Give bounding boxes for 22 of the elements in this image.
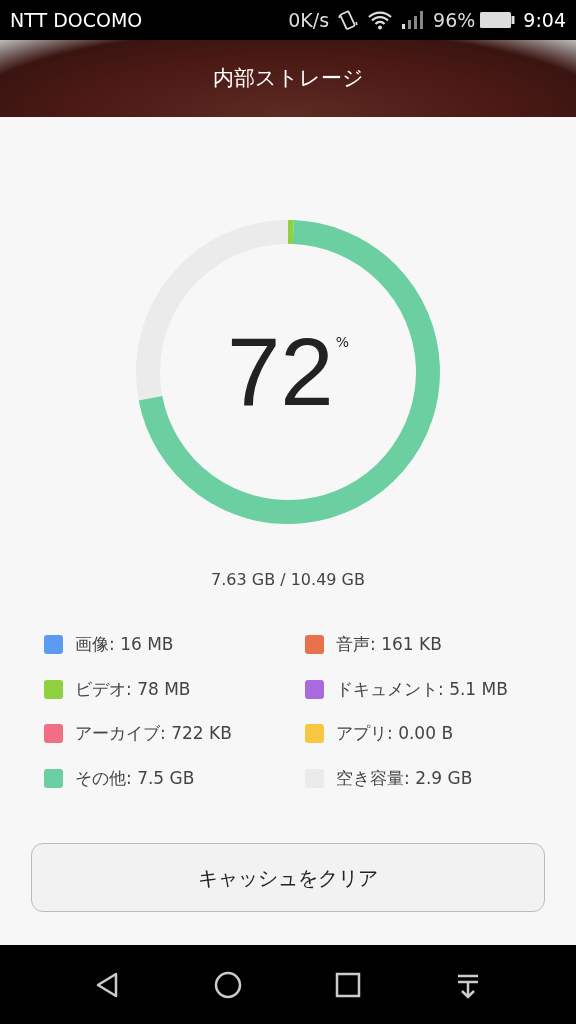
clear-cache-button[interactable]: キャッシュをクリア xyxy=(31,843,545,912)
legend-label: 音声: 161 KB xyxy=(336,633,442,656)
clock: 9:04 xyxy=(523,7,566,33)
percent-unit: % xyxy=(335,333,350,352)
signal-icon xyxy=(401,10,426,30)
battery-percent: 96% xyxy=(433,7,476,33)
video-segment xyxy=(287,220,294,245)
page-title: 内部ストレージ xyxy=(212,64,364,92)
legend-label: アーカイブ: 722 KB xyxy=(75,722,232,745)
legend-label: アプリ: 0.00 B xyxy=(336,722,454,745)
percent-value: 72 xyxy=(226,324,334,420)
carrier-name: NTT DOCOMO xyxy=(10,7,143,33)
legend-label: 空き容量: 2.9 GB xyxy=(336,766,473,790)
usage-summary: 7.63 GB / 10.49 GB xyxy=(211,569,365,591)
battery-icon xyxy=(479,11,516,29)
vibrate-icon xyxy=(337,9,360,31)
legend-label: ドキュメント: 5.1 MB xyxy=(336,677,508,701)
legend-label: 画像: 16 MB xyxy=(75,633,174,656)
legend-label: ビデオ: 78 MB xyxy=(75,677,191,701)
network-speed: 0K/s xyxy=(288,7,330,33)
wifi-icon xyxy=(367,10,394,30)
legend-label: その他: 7.5 GB xyxy=(75,766,195,790)
